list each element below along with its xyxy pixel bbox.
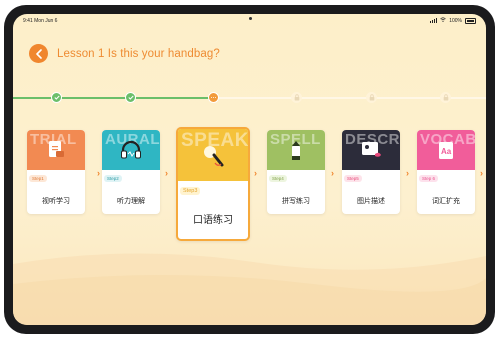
progress-node-1: [51, 92, 62, 103]
card-thumbnail: VOCAB Aa: [417, 130, 475, 170]
status-bar: 9:41 Mon Jun 6 100%: [13, 14, 486, 28]
card-thumbnail: DESCR: [342, 130, 400, 170]
step-card-speak[interactable]: SPEAK Step3 口语练习: [176, 127, 250, 241]
app-screen: 9:41 Mon Jun 6 100% Lesson 1 Is this you…: [13, 14, 486, 325]
step-card-list: TRIAL Step1 视听学习 › AURAL Step2 听力理解 › SP…: [13, 127, 486, 250]
step-card-spell[interactable]: SPELL Step4 拼写练习: [267, 130, 325, 214]
step-card-vocab[interactable]: VOCAB Aa Step 6 词汇扩充: [417, 130, 475, 214]
battery-percent: 100%: [449, 17, 462, 24]
check-icon: [127, 95, 134, 100]
step-badge: Step 6: [419, 175, 439, 182]
step-badge: Step5: [344, 175, 362, 182]
chevron-right-icon: ›: [97, 168, 100, 178]
pencil-icon: [292, 141, 300, 160]
dictionary-icon: Aa: [439, 142, 453, 159]
picture-icon: [362, 142, 381, 157]
step-card-label: 词汇扩充: [432, 198, 460, 205]
lock-icon: [443, 94, 448, 101]
progress-line-done: [13, 96, 216, 99]
more-dots-icon: [210, 96, 217, 99]
card-thumbnail: TRIAL: [27, 130, 85, 170]
step-progress: [13, 92, 486, 103]
progress-node-3: [208, 92, 219, 103]
step-card-trial[interactable]: TRIAL Step1 视听学习: [27, 130, 85, 214]
microphone-icon: [204, 146, 224, 167]
step-card-describe[interactable]: DESCR Step5 图片描述: [342, 130, 400, 214]
card-thumbnail: SPELL: [267, 130, 325, 170]
step-badge: Step2: [104, 175, 122, 182]
step-card-label: 视听学习: [42, 198, 70, 205]
page-title: Lesson 1 Is this your handbag?: [57, 47, 220, 60]
chevron-right-icon: ›: [254, 168, 257, 178]
card-thumbnail: SPEAK: [178, 129, 248, 181]
chevron-right-icon: ›: [480, 168, 483, 178]
svg-text:Aa: Aa: [441, 147, 452, 156]
chevron-right-icon: ›: [406, 168, 409, 178]
document-icon: [49, 141, 64, 157]
status-icons: 100%: [430, 17, 476, 24]
headphones-icon: [121, 140, 141, 159]
step-badge: Step4: [269, 175, 287, 182]
tablet-frame: 9:41 Mon Jun 6 100% Lesson 1 Is this you…: [4, 5, 495, 334]
lock-icon: [369, 94, 374, 101]
chevron-right-icon: ›: [331, 168, 334, 178]
card-thumbnail: AURAL: [102, 130, 160, 170]
chevron-right-icon: ›: [165, 168, 168, 178]
step-badge: Step1: [29, 175, 47, 182]
background-wave: [13, 253, 486, 325]
progress-node-5: [366, 92, 377, 103]
back-button[interactable]: [29, 44, 48, 63]
step-card-label: 拼写练习: [282, 198, 310, 205]
step-card-label: 图片描述: [357, 198, 385, 205]
step-card-aural[interactable]: AURAL Step2 听力理解: [102, 130, 160, 214]
chevron-left-icon: [35, 48, 42, 59]
status-time: 9:41 Mon Jun 6: [23, 18, 58, 24]
step-badge: Step3: [180, 187, 201, 195]
progress-node-4: [291, 92, 302, 103]
lesson-header: Lesson 1 Is this your handbag?: [29, 44, 220, 63]
signal-icon: [430, 18, 438, 23]
step-card-label: 听力理解: [117, 198, 145, 205]
progress-node-2: [125, 92, 136, 103]
lock-icon: [294, 94, 299, 101]
step-card-label: 口语练习: [193, 215, 233, 226]
wifi-icon: [440, 17, 446, 24]
battery-icon: [465, 17, 476, 24]
check-icon: [53, 95, 60, 100]
progress-node-6: [440, 92, 451, 103]
